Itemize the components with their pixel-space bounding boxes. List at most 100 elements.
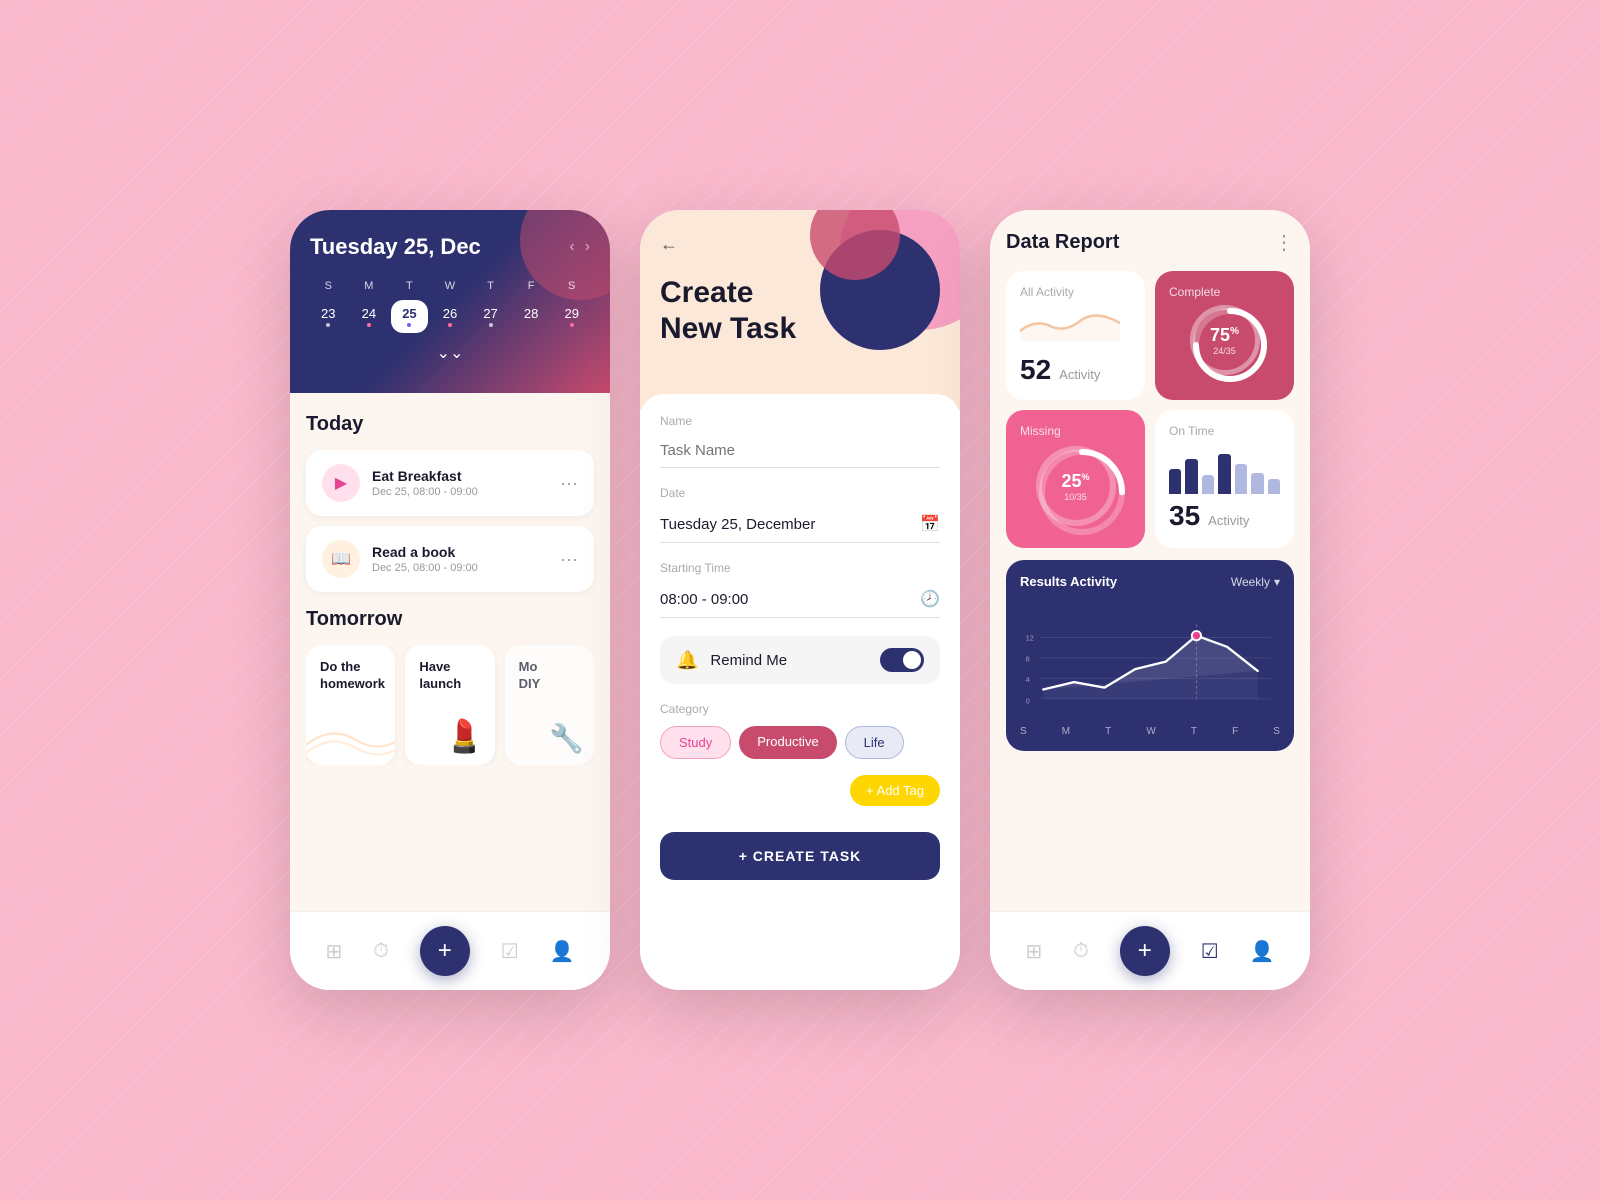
cal-header-w: W <box>432 276 469 296</box>
results-title: Results Activity <box>1020 574 1117 589</box>
cal-header-t1: T <box>391 276 428 296</box>
phone-calendar: Tuesday 25, Dec ‹ › S M T W T F S 23 24 … <box>290 210 610 990</box>
bar-4 <box>1218 454 1230 494</box>
task-time-breakfast: Dec 25, 08:00 - 09:00 <box>372 486 548 498</box>
create-title-line1: Create <box>660 276 753 309</box>
all-activity-label: All Activity <box>1020 285 1131 299</box>
chart-day-t1: T <box>1105 726 1111 737</box>
svg-text:8: 8 <box>1026 655 1030 664</box>
cal-day-23[interactable]: 23 <box>310 300 347 333</box>
phone3-bottom-nav: ⊞ ⏱ + ☑ 👤 <box>990 911 1310 990</box>
time-label: Starting Time <box>660 561 940 575</box>
svg-text:12: 12 <box>1026 633 1034 642</box>
complete-progress-ring <box>1190 305 1270 385</box>
stat-all-activity: All Activity 52 Activity <box>1006 271 1145 400</box>
report-header: Data Report ⋮ <box>1006 230 1294 255</box>
complete-circle: 75% 24/35 <box>1190 305 1260 375</box>
stat-missing: Missing 25% 10/35 <box>1006 410 1145 548</box>
p3-nav-add-button[interactable]: + <box>1120 926 1170 976</box>
report-title: Data Report <box>1006 231 1119 254</box>
tmr-card-launch[interactable]: Havelaunch 💄 <box>405 645 494 765</box>
report-more-btn[interactable]: ⋮ <box>1274 230 1294 255</box>
all-activity-unit: Activity <box>1059 367 1100 382</box>
today-label: Today <box>306 413 594 436</box>
task-read-book[interactable]: 📖 Read a book Dec 25, 08:00 - 09:00 ··· <box>306 526 594 592</box>
p3-nav-grid-icon[interactable]: ⊞ <box>1025 939 1042 964</box>
nav-add-button[interactable]: + <box>420 926 470 976</box>
tmr-card-launch-deco: 💄 <box>445 717 485 755</box>
chart-day-s: S <box>1020 726 1027 737</box>
p3-nav-check-icon[interactable]: ☑ <box>1201 939 1219 964</box>
next-month-arrow[interactable]: › <box>585 238 590 256</box>
add-tag-btn[interactable]: + Add Tag <box>850 775 940 806</box>
task-more-breakfast[interactable]: ··· <box>560 473 578 494</box>
results-activity-card: Results Activity Weekly ▾ 0 4 8 12 <box>1006 560 1294 751</box>
tmr-card-mo[interactable]: MoDIY 🔧 <box>505 645 594 765</box>
chart-days: S M T W T F S <box>1020 726 1280 737</box>
complete-label: Complete <box>1169 285 1280 299</box>
cal-header-f: F <box>513 276 550 296</box>
bar-2 <box>1185 459 1197 494</box>
cal-day-25[interactable]: 25 <box>391 300 428 333</box>
category-group: Category Study Productive Life + Add Tag <box>660 702 940 806</box>
calendar-grid: S M T W T F S 23 24 25 26 27 28 29 <box>310 276 590 333</box>
remind-row: 🔔 Remind Me <box>660 636 940 684</box>
bar-7 <box>1268 479 1280 494</box>
nav-check-icon[interactable]: ☑ <box>501 939 519 964</box>
p3-nav-timer-icon[interactable]: ⏱ <box>1073 940 1089 963</box>
task-more-book[interactable]: ··· <box>560 549 578 570</box>
svg-text:0: 0 <box>1026 696 1030 705</box>
date-label: Date <box>660 486 940 500</box>
category-tags: Study Productive Life <box>660 726 940 759</box>
calendar-date: Tuesday 25, Dec <box>310 234 481 260</box>
phone-create-task: ← Create New Task Name Date Tuesday 25, … <box>640 210 960 990</box>
weekly-select-btn[interactable]: Weekly ▾ <box>1231 575 1280 589</box>
create-task-button[interactable]: + CREATE TASK <box>660 832 940 880</box>
on-time-count: 35 <box>1169 500 1200 532</box>
on-time-bar-chart <box>1169 444 1280 494</box>
results-line-chart: 0 4 8 12 <box>1020 597 1280 717</box>
svg-text:4: 4 <box>1026 675 1030 684</box>
task-icon-book: 📖 <box>322 540 360 578</box>
nav-user-icon[interactable]: 👤 <box>550 939 575 964</box>
bar-5 <box>1235 464 1247 494</box>
expand-calendar-btn[interactable]: ⌄⌄ <box>310 343 590 363</box>
task-name-input[interactable] <box>660 434 940 468</box>
cal-day-28[interactable]: 28 <box>513 300 550 333</box>
tag-study[interactable]: Study <box>660 726 731 759</box>
cal-day-27[interactable]: 27 <box>472 300 509 333</box>
remind-toggle[interactable] <box>880 648 924 672</box>
clock-icon: 🕗 <box>920 589 940 609</box>
task-eat-breakfast[interactable]: ▶ Eat Breakfast Dec 25, 08:00 - 09:00 ··… <box>306 450 594 516</box>
time-input-row[interactable]: 08:00 - 09:00 🕗 <box>660 581 940 618</box>
phones-container: Tuesday 25, Dec ‹ › S M T W T F S 23 24 … <box>290 210 1310 990</box>
task-info-book: Read a book Dec 25, 08:00 - 09:00 <box>372 544 548 574</box>
name-label: Name <box>660 414 940 428</box>
task-icon-breakfast: ▶ <box>322 464 360 502</box>
stats-grid: All Activity 52 Activity Complete <box>1006 271 1294 548</box>
calendar-nav-arrows: ‹ › <box>569 238 590 256</box>
weekly-chevron-icon: ▾ <box>1274 575 1280 589</box>
create-task-body: Name Date Tuesday 25, December 📅 Startin… <box>640 394 960 990</box>
nav-grid-icon[interactable]: ⊞ <box>325 939 342 964</box>
cal-day-29[interactable]: 29 <box>553 300 590 333</box>
cal-day-24[interactable]: 24 <box>351 300 388 333</box>
nav-timer-icon[interactable]: ⏱ <box>373 940 389 963</box>
tomorrow-section: Tomorrow Do thehomework Havelaunch 💄 <box>306 608 594 765</box>
tag-life[interactable]: Life <box>845 726 904 759</box>
tmr-card-homework[interactable]: Do thehomework <box>306 645 395 765</box>
p3-nav-user-icon[interactable]: 👤 <box>1250 939 1275 964</box>
on-time-label: On Time <box>1169 424 1280 438</box>
tag-productive[interactable]: Productive <box>739 726 836 759</box>
date-input-row[interactable]: Tuesday 25, December 📅 <box>660 506 940 543</box>
cal-header-s2: S <box>553 276 590 296</box>
remind-label: Remind Me <box>710 652 868 669</box>
bell-icon: 🔔 <box>676 650 698 671</box>
all-activity-chart <box>1020 311 1120 341</box>
cal-day-26[interactable]: 26 <box>432 300 469 333</box>
prev-month-arrow[interactable]: ‹ <box>569 238 574 256</box>
tmr-card-mo-deco: 🔧 <box>549 722 584 755</box>
chart-day-s2: S <box>1273 726 1280 737</box>
bar-1 <box>1169 469 1181 494</box>
date-value: Tuesday 25, December <box>660 516 815 533</box>
